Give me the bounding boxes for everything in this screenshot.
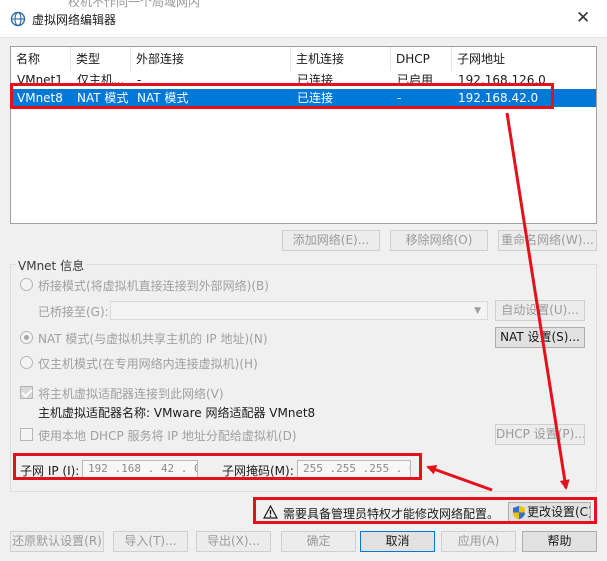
hostonly-radio[interactable] bbox=[20, 356, 33, 369]
cancel-button[interactable]: 取消 bbox=[360, 531, 435, 552]
bridged-to-label: 已桥接至(G): bbox=[38, 305, 109, 319]
background-window-title: 校机不作同一个局域网内 bbox=[68, 0, 201, 9]
restore-defaults-button[interactable]: 还原默认设置(R) bbox=[10, 531, 104, 552]
chevron-down-icon: ▼ bbox=[474, 306, 481, 316]
annotation-box-subnet bbox=[13, 453, 422, 480]
bridged-to-select[interactable]: ▼ bbox=[110, 301, 488, 320]
column-header-name[interactable]: 名称 bbox=[11, 47, 71, 71]
window-title: 虚拟网络编辑器 bbox=[32, 13, 117, 27]
hostonly-label: 仅主机模式(在专用网络内连接虚拟机)(H) bbox=[38, 357, 258, 371]
ok-button[interactable]: 确定 bbox=[281, 531, 356, 552]
dhcp-settings-button[interactable]: DHCP 设置(P)... bbox=[495, 424, 585, 445]
close-icon[interactable]: ✕ bbox=[576, 8, 590, 28]
auto-settings-button[interactable]: 自动设置(U)... bbox=[495, 300, 585, 321]
bridged-radio[interactable] bbox=[20, 278, 33, 291]
column-header-type[interactable]: 类型 bbox=[71, 47, 131, 71]
apply-button[interactable]: 应用(A) bbox=[441, 531, 516, 552]
nat-label: NAT 模式(与虚拟机共享主机的 IP 地址)(N) bbox=[38, 332, 268, 346]
title-bar: 校机不作同一个局域网内 虚拟网络编辑器 ✕ bbox=[0, 0, 607, 38]
nat-radio[interactable] bbox=[20, 331, 33, 344]
connect-adapter-checkbox[interactable] bbox=[20, 386, 33, 399]
annotation-box-vmnet8 bbox=[10, 83, 554, 109]
vmnet-info-label: VMnet 信息 bbox=[16, 257, 87, 274]
nat-settings-button[interactable]: NAT 设置(S)... bbox=[495, 327, 585, 348]
add-network-button[interactable]: 添加网络(E)... bbox=[282, 230, 380, 251]
bridged-label: 桥接模式(将虚拟机直接连接到外部网络)(B) bbox=[38, 279, 269, 293]
column-header-dhcp[interactable]: DHCP bbox=[391, 47, 452, 71]
help-button[interactable]: 帮助 bbox=[522, 531, 597, 552]
dhcp-checkbox[interactable] bbox=[20, 428, 33, 441]
annotation-box-admin-notice bbox=[253, 497, 597, 524]
export-button[interactable]: 导出(X)... bbox=[196, 531, 271, 552]
list-header: 名称 类型 外部连接 主机连接 DHCP 子网地址 bbox=[11, 47, 596, 71]
globe-network-icon bbox=[10, 11, 26, 27]
connect-adapter-label: 将主机虚拟适配器连接到此网络(V) bbox=[38, 387, 224, 401]
column-header-external[interactable]: 外部连接 bbox=[131, 47, 291, 71]
remove-network-button[interactable]: 移除网络(O) bbox=[390, 230, 488, 251]
rename-network-button[interactable]: 重命名网络(W)... bbox=[498, 230, 597, 251]
network-list[interactable]: 名称 类型 外部连接 主机连接 DHCP 子网地址 VMnet1 仅主机... … bbox=[10, 46, 597, 224]
import-button[interactable]: 导入(T)... bbox=[113, 531, 188, 552]
adapter-name-label: 主机虚拟适配器名称: VMware 网络适配器 VMnet8 bbox=[38, 406, 316, 420]
dhcp-label: 使用本地 DHCP 服务将 IP 地址分配给虚拟机(D) bbox=[38, 429, 297, 443]
column-header-subnet[interactable]: 子网地址 bbox=[452, 47, 596, 71]
column-header-host[interactable]: 主机连接 bbox=[291, 47, 391, 71]
